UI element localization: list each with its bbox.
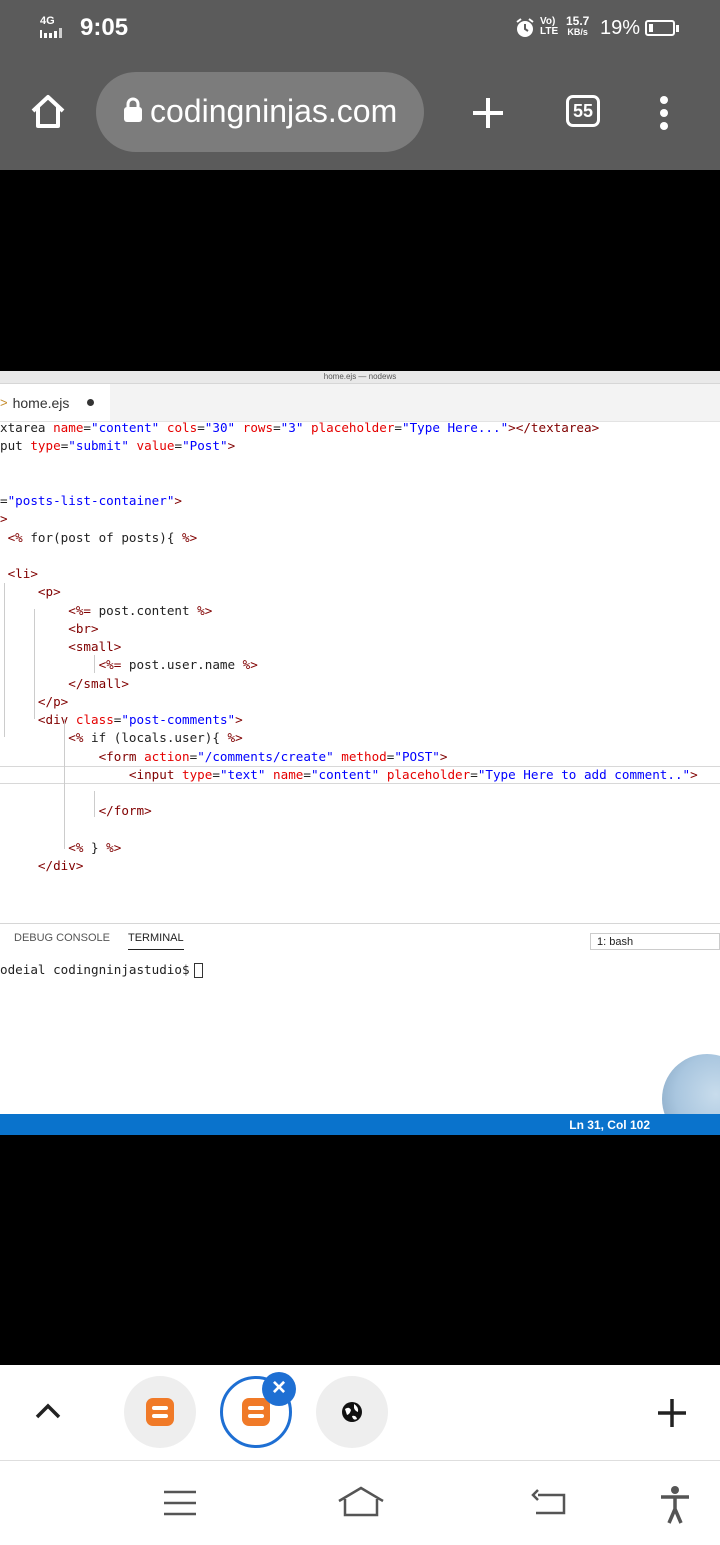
chevron-up-icon[interactable]: [34, 1401, 62, 1421]
add-tab-icon[interactable]: [656, 1397, 688, 1429]
code-line: >: [0, 511, 8, 527]
system-nav-bar: [0, 1460, 720, 1545]
indent-guide: [94, 655, 95, 673]
network-speed: 15.7 KB/s: [566, 14, 590, 38]
accessibility-icon[interactable]: [658, 1485, 692, 1525]
home-nav-icon[interactable]: [336, 1485, 386, 1519]
lock-icon: [124, 97, 142, 122]
tab-terminal[interactable]: TERMINAL: [128, 932, 184, 950]
terminal-panel: DEBUG CONSOLE TERMINAL 1: bash odeial co…: [0, 923, 720, 1135]
chevron-right-icon: >: [0, 395, 8, 410]
code-line-current: <input type="text" name="content" placeh…: [0, 765, 720, 784]
volte-indicator: Vo) LTE: [540, 16, 559, 37]
code-line: <br>: [68, 620, 99, 636]
battery-icon: [645, 20, 679, 36]
cursor-position[interactable]: Ln 31, Col 102: [569, 1118, 650, 1132]
terminal-prompt-text: odeial codingninjastudio$: [0, 962, 190, 977]
indent-guide: [64, 719, 65, 849]
indent-guide: [34, 609, 35, 719]
code-line: <% if (locals.user){ %>: [68, 730, 243, 746]
code-editor[interactable]: xtarea name="content" cols="30" rows="3"…: [0, 419, 720, 923]
code-line: </p>: [37, 693, 69, 709]
code-line: <div class="post-comments">: [37, 712, 243, 727]
back-icon[interactable]: [530, 1487, 568, 1517]
tab-switcher-button[interactable]: 55: [566, 95, 600, 127]
code-line: <form action="/comments/create" method="…: [98, 748, 448, 764]
terminal-select[interactable]: 1: bash: [590, 933, 720, 950]
coding-ninjas-icon: [146, 1398, 174, 1426]
address-bar[interactable]: codingninjas.com: [96, 72, 424, 152]
status-bar: 4G 9:05 Vo) LTE 15.7 KB/s 19%: [0, 0, 720, 57]
network-indicator: 4G: [40, 16, 70, 41]
code-line: xtarea name="content" cols="30" rows="3"…: [0, 420, 600, 435]
menu-icon[interactable]: [162, 1488, 198, 1518]
battery-percent: 19%: [600, 17, 641, 39]
terminal-cursor: [193, 963, 203, 978]
code-line: ="posts-list-container">: [0, 493, 182, 508]
indent-guide: [4, 583, 5, 737]
terminal-prompt[interactable]: odeial codingninjastudio$: [0, 962, 203, 978]
signal-icon: [40, 28, 62, 38]
window-title: home.ejs — nodews: [0, 371, 720, 384]
globe-icon: [342, 1402, 362, 1422]
code-line: </div>: [37, 858, 84, 873]
speed-unit: KB/s: [567, 27, 588, 37]
editor-status-bar: Ln 31, Col 102: [0, 1114, 720, 1135]
url-text: codingninjas.com: [150, 93, 398, 129]
browser-toolbar: codingninjas.com 55: [0, 57, 720, 170]
editor-tab-bar: > home.ejs: [0, 384, 720, 422]
new-tab-icon[interactable]: [470, 95, 506, 131]
alarm-icon: [516, 18, 534, 37]
code-line: </form>: [98, 803, 152, 819]
code-line: put type="submit" value="Post">: [0, 438, 236, 454]
unsaved-dot-icon: [87, 399, 95, 406]
code-line: <p>: [37, 584, 61, 600]
network-type: 4G: [40, 15, 55, 27]
tab-thumbnail-3[interactable]: [316, 1376, 388, 1448]
editor-tab[interactable]: > home.ejs: [0, 384, 110, 421]
code-line: <small>: [68, 639, 122, 654]
tab-thumbnail-1[interactable]: [124, 1376, 196, 1448]
indent-guide: [94, 791, 95, 817]
close-tab-icon[interactable]: ×: [262, 1372, 296, 1406]
code-line: <% for(post of posts){ %>: [7, 529, 198, 545]
battery-fill: [649, 24, 654, 32]
code-line: <li>: [7, 566, 38, 581]
tab-strip: ×: [0, 1365, 720, 1460]
home-icon[interactable]: [28, 91, 68, 131]
code-line: <%= post.content %>: [68, 602, 213, 618]
code-line: </small>: [68, 675, 129, 691]
speed-value: 15.7: [566, 14, 590, 28]
code-line: <%= post.user.name %>: [98, 657, 258, 673]
clock: 9:05: [80, 14, 129, 41]
video-frame[interactable]: home.ejs — nodews > home.ejs xtarea name…: [0, 371, 720, 1135]
coding-ninjas-icon: [242, 1398, 270, 1426]
more-options-icon[interactable]: [654, 95, 674, 131]
code-line: <% } %>: [68, 839, 122, 855]
editor-tab-label: home.ejs: [12, 394, 70, 411]
tab-debug-console[interactable]: DEBUG CONSOLE: [14, 932, 110, 944]
